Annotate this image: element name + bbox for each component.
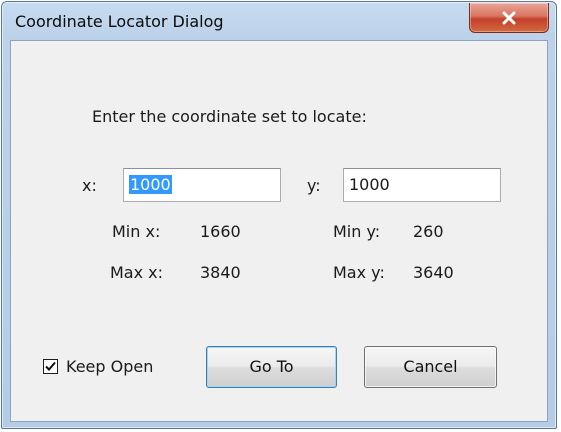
- cancel-button[interactable]: Cancel: [364, 346, 497, 388]
- x-input-value: 1000: [129, 175, 172, 194]
- keep-open-checkbox[interactable]: [43, 359, 58, 374]
- close-button[interactable]: [469, 3, 549, 33]
- max-x-value: 3840: [200, 263, 241, 282]
- max-y-value: 3640: [413, 263, 454, 282]
- min-y-label: Min y:: [333, 222, 381, 241]
- close-x-icon: [501, 11, 517, 25]
- max-x-label: Max x:: [110, 263, 164, 282]
- y-input[interactable]: 1000: [343, 168, 501, 202]
- dialog-client-area: Enter the coordinate set to locate: x: 1…: [10, 40, 548, 422]
- max-y-label: Max y:: [333, 263, 385, 282]
- go-to-button[interactable]: Go To: [206, 346, 337, 388]
- prompt-text: Enter the coordinate set to locate:: [92, 107, 367, 126]
- y-input-value: 1000: [349, 175, 390, 194]
- x-label: x:: [82, 176, 97, 195]
- x-input[interactable]: 1000: [123, 168, 281, 202]
- title-bar[interactable]: Coordinate Locator Dialog: [2, 2, 556, 40]
- window-title: Coordinate Locator Dialog: [15, 12, 224, 31]
- dialog-window: Coordinate Locator Dialog Enter the coor…: [1, 1, 557, 429]
- check-mark-icon: [45, 361, 56, 371]
- min-x-label: Min x:: [112, 222, 161, 241]
- min-y-value: 260: [413, 222, 444, 241]
- y-label: y:: [307, 176, 321, 195]
- min-x-value: 1660: [200, 222, 241, 241]
- keep-open-label[interactable]: Keep Open: [66, 357, 153, 377]
